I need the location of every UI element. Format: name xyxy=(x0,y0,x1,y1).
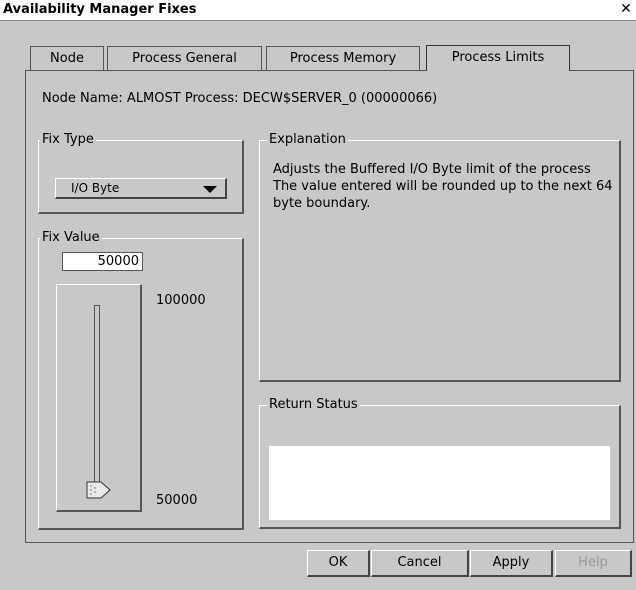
slider-thumb[interactable] xyxy=(86,481,112,499)
title-bar: Availability Manager Fixes ✕ xyxy=(0,0,636,21)
tab-process-limits[interactable]: Process Limits xyxy=(426,45,570,71)
slider-track[interactable] xyxy=(94,305,100,498)
tab-process-memory[interactable]: Process Memory xyxy=(266,46,420,70)
apply-button[interactable]: Apply xyxy=(470,550,553,577)
node-process-info: Node Name: ALMOST Process: DECW$SERVER_0… xyxy=(42,91,438,106)
tab-node-label: Node xyxy=(50,51,84,66)
explanation-text: Adjusts the Buffered I/O Byte limit of t… xyxy=(273,161,613,212)
explanation-line-2: The value entered will be rounded up to … xyxy=(273,179,613,211)
help-button[interactable]: Help xyxy=(555,550,632,577)
explanation-line-1: Adjusts the Buffered I/O Byte limit of t… xyxy=(273,162,591,177)
slider-max-label: 100000 xyxy=(156,293,206,308)
fix-value-legend: Fix Value xyxy=(40,230,102,245)
explanation-legend: Explanation xyxy=(267,132,348,147)
chevron-down-icon xyxy=(203,186,217,193)
fix-type-legend: Fix Type xyxy=(40,132,96,147)
return-status-legend: Return Status xyxy=(267,397,360,412)
tab-node[interactable]: Node xyxy=(30,46,104,70)
tab-process-general-label: Process General xyxy=(132,51,237,66)
fix-value-input[interactable]: 50000 xyxy=(62,252,143,271)
window-title: Availability Manager Fixes xyxy=(3,2,197,17)
fix-type-group xyxy=(38,140,244,214)
cancel-button[interactable]: Cancel xyxy=(371,550,469,577)
tab-process-general[interactable]: Process General xyxy=(107,46,262,70)
tab-process-memory-label: Process Memory xyxy=(289,51,397,66)
fix-type-select[interactable]: I/O Byte xyxy=(55,178,227,199)
return-status-field xyxy=(269,446,610,520)
close-icon[interactable]: ✕ xyxy=(618,1,634,17)
fix-type-selected: I/O Byte xyxy=(71,181,120,195)
tab-process-limits-label: Process Limits xyxy=(451,50,545,65)
slider-min-label: 50000 xyxy=(156,493,198,508)
ok-button[interactable]: OK xyxy=(307,550,370,577)
